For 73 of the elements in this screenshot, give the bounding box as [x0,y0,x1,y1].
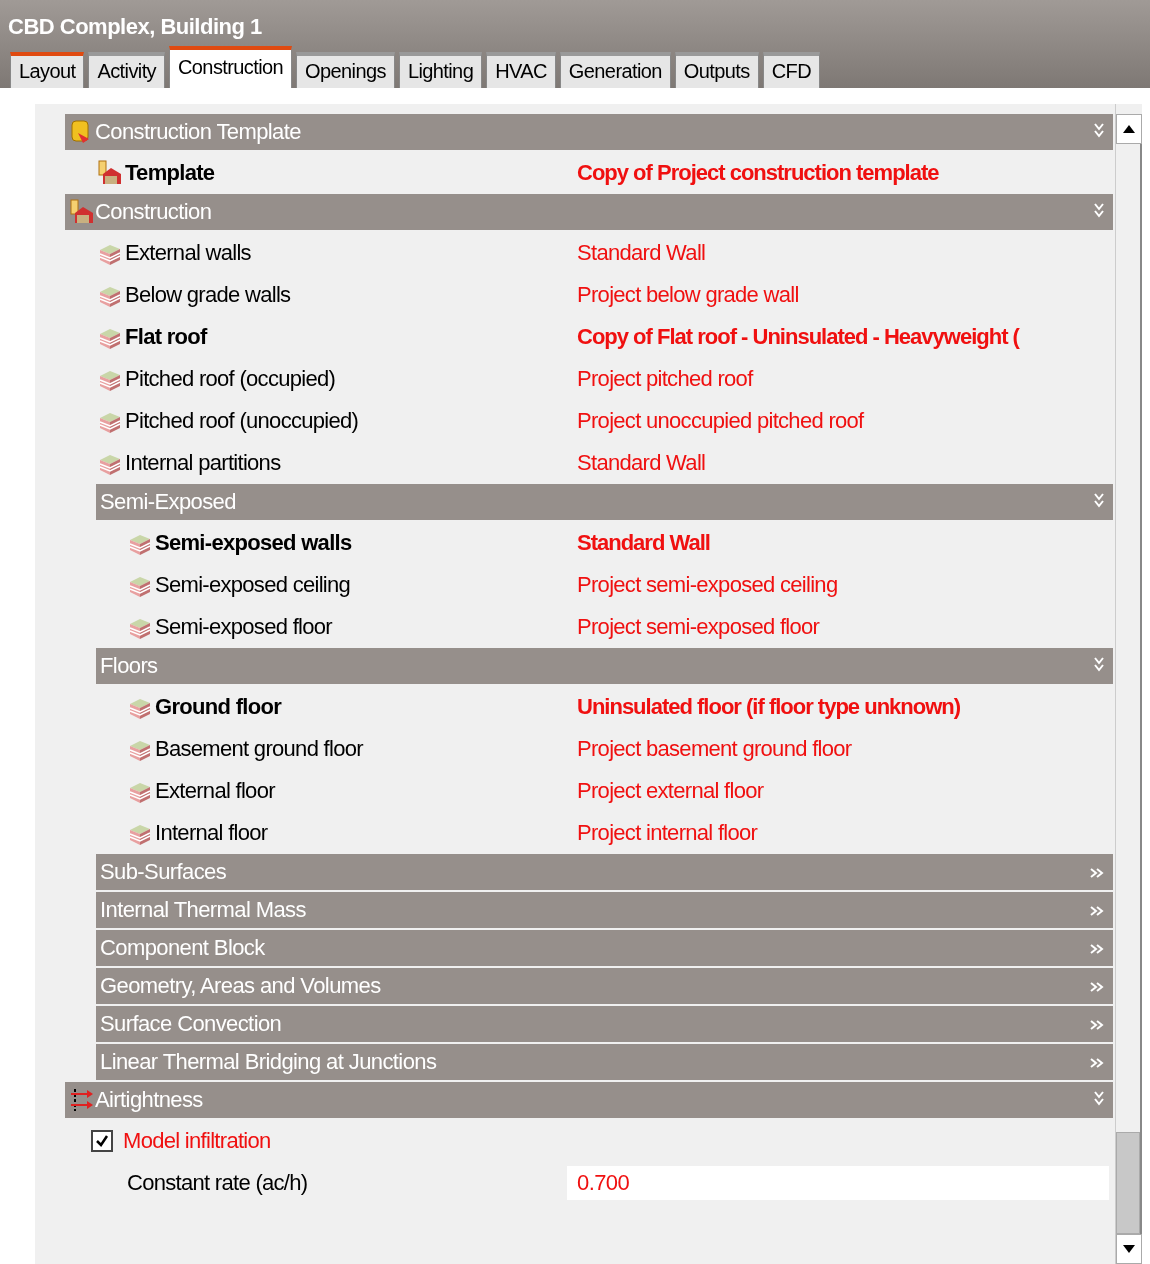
scroll-up-button[interactable] [1116,114,1142,144]
house-icon [97,160,123,186]
property-label: Constant rate (ac/h) [127,1170,308,1196]
property-label: Basement ground floor [155,736,363,762]
property-value[interactable]: Project semi-exposed floor [577,614,820,640]
checkbox-label[interactable]: Model infiltration [123,1128,271,1154]
tab[interactable]: Layout [10,52,85,88]
property-value[interactable]: Standard Wall [577,530,710,556]
section-title: Internal Thermal Mass [100,897,307,923]
checkbox[interactable] [91,1130,113,1152]
section-header[interactable]: Floors [96,648,1113,684]
up-arrow-icon [1123,125,1135,133]
property-label: External floor [155,778,275,804]
tab[interactable]: Lighting [398,52,483,88]
property-value[interactable]: Copy of Flat roof - Uninsulated - Heavyweight ( [577,324,1019,350]
section-title: Airtightness [95,1087,204,1113]
property-label: Below grade walls [125,282,291,308]
section-title: Geometry, Areas and Volumes [100,973,382,999]
property-value[interactable]: Project internal floor [577,820,758,846]
property-label: Internal partitions [125,450,281,476]
property-value[interactable]: Uninsulated floor (if floor type unknown) [577,694,961,720]
section-title: Surface Convection [100,1011,283,1037]
section-header[interactable]: Component Block [96,930,1113,966]
section-header[interactable]: Construction Template [65,114,1113,150]
section-header[interactable]: Semi-Exposed [96,484,1113,520]
section-header[interactable]: Sub-Surfaces [96,854,1113,890]
property-label: Template [125,160,215,186]
section-title: Component Block [100,935,266,961]
property-value[interactable]: Project below grade wall [577,282,799,308]
scroll-down-button[interactable] [1116,1234,1142,1264]
property-label: Ground floor [155,694,282,720]
section-title: Semi-Exposed [100,489,237,515]
property-value[interactable]: Project semi-exposed ceiling [577,572,838,598]
tab[interactable]: Openings [296,52,395,88]
scrollbar-thumb[interactable] [1116,1132,1140,1234]
section-header[interactable]: Linear Thermal Bridging at Junctions [96,1044,1113,1080]
property-label: Semi-exposed ceiling [155,572,351,598]
section-title: Sub-Surfaces [100,859,228,885]
tab[interactable]: Activity [88,52,165,88]
section-header[interactable]: Geometry, Areas and Volumes [96,968,1113,1004]
property-label: Semi-exposed walls [155,530,352,556]
tab[interactable]: Outputs [674,52,759,88]
tab[interactable]: Construction [169,46,293,88]
input-field[interactable]: 0.700 [567,1166,1109,1200]
property-value[interactable]: Copy of Project construction template [577,160,939,186]
section-header[interactable]: Construction [65,194,1113,230]
property-label: External walls [125,240,251,266]
down-arrow-icon [1123,1245,1135,1253]
property-value[interactable]: Project pitched roof [577,366,753,392]
property-value[interactable]: Standard Wall [577,240,706,266]
property-label: Internal floor [155,820,268,846]
property-label: Pitched roof (unoccupied) [125,408,359,434]
section-title: Linear Thermal Bridging at Junctions [100,1049,438,1075]
section-title: Floors [100,653,159,679]
property-label: Pitched roof (occupied) [125,366,336,392]
property-value[interactable]: Standard Wall [577,450,706,476]
tab[interactable]: Generation [559,52,671,88]
window-title: CBD Complex, Building 1 [7,13,263,41]
tab[interactable]: HVAC [486,52,556,88]
house-icon [69,199,95,225]
airflow-icon [69,1087,95,1113]
property-value[interactable]: Project basement ground floor [577,736,852,762]
section-title: Construction Template [95,119,302,145]
section-header[interactable]: Surface Convection [96,1006,1113,1042]
section-header[interactable]: Internal Thermal Mass [96,892,1113,928]
property-value[interactable]: Project external floor [577,778,764,804]
section-title: Construction [95,199,213,225]
checkmark-icon [95,1134,109,1148]
property-label: Semi-exposed floor [155,614,332,640]
tab[interactable]: CFD [762,52,820,88]
property-value[interactable]: Project unoccupied pitched roof [577,408,864,434]
section-header[interactable]: Airtightness [65,1082,1113,1118]
property-label: Flat roof [125,324,207,350]
